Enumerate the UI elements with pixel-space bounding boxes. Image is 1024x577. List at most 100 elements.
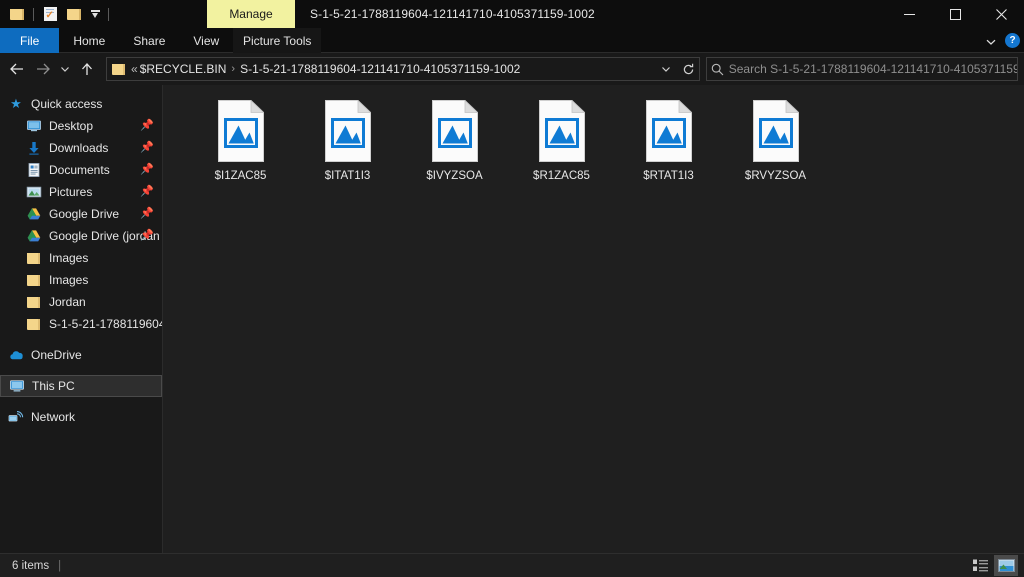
- pin-icon[interactable]: 📌: [140, 143, 154, 154]
- help-icon[interactable]: ?: [1005, 33, 1020, 48]
- file-item[interactable]: $R1ZAC85: [508, 97, 615, 201]
- tab-home-label: Home: [73, 34, 105, 48]
- file-icon: [538, 99, 586, 163]
- status-bar: 6 items |: [0, 553, 1024, 577]
- pin-icon[interactable]: 📌: [140, 231, 154, 242]
- nav-group-gap: [0, 335, 162, 344]
- minimize-button[interactable]: [886, 0, 932, 28]
- sidebar-item-google-drive-jordan[interactable]: Google Drive (jordan📌: [0, 225, 162, 247]
- forward-button[interactable]: [30, 56, 56, 82]
- file-item[interactable]: $IVYZSOA: [401, 97, 508, 201]
- properties-icon[interactable]: ✓: [39, 3, 61, 25]
- tab-file[interactable]: File: [0, 28, 59, 53]
- sidebar-item-images[interactable]: Images: [0, 247, 162, 269]
- tab-share-label: Share: [133, 34, 165, 48]
- folder-icon: [26, 316, 42, 332]
- sidebar-item-google-drive[interactable]: Google Drive 📌: [0, 203, 162, 225]
- chevron-down-icon[interactable]: [985, 35, 997, 47]
- sidebar-item-downloads[interactable]: Downloads📌: [0, 137, 162, 159]
- file-list-view[interactable]: $I1ZAC85 $ITAT1I3 $IVYZSOA $R1ZAC85 $RTAT1I3…: [162, 85, 1024, 553]
- status-separator: |: [49, 560, 70, 572]
- previous-locations-icon[interactable]: [655, 58, 677, 80]
- details-view-button[interactable]: [968, 555, 992, 576]
- sidebar-item-documents[interactable]: Documents 📌: [0, 159, 162, 181]
- file-item[interactable]: $RVYZSOA: [722, 97, 829, 201]
- breadcrumb-overflow[interactable]: «: [131, 62, 140, 76]
- file-icon: [324, 99, 372, 163]
- customize-icon[interactable]: [87, 3, 103, 25]
- maximize-button[interactable]: [932, 0, 978, 28]
- sidebar-item-label: Jordan: [49, 295, 86, 309]
- sidebar-item-images[interactable]: Images: [0, 269, 162, 291]
- sidebar-item-quick-access[interactable]: ★Quick access: [0, 93, 162, 115]
- documents-icon: [26, 162, 42, 178]
- tab-picture-tools-label: Picture Tools: [243, 34, 311, 48]
- close-button[interactable]: [978, 0, 1024, 28]
- sidebar-item-label: Google Drive: [49, 207, 119, 221]
- breadcrumb-recycle-bin[interactable]: $RECYCLE.BIN: [140, 62, 227, 76]
- navigation-pane: ★Quick accessDesktop📌Downloads📌Documents…: [0, 85, 162, 553]
- sidebar-item-label: Images: [49, 251, 88, 265]
- sidebar-item-onedrive[interactable]: OneDrive: [0, 344, 162, 366]
- tab-view-label: View: [193, 34, 219, 48]
- image-file-icon: [646, 100, 692, 162]
- back-button[interactable]: [4, 56, 30, 82]
- window-controls: [886, 0, 1024, 28]
- breadcrumb-chevron-icon[interactable]: ›: [226, 63, 240, 75]
- network-icon: [8, 409, 24, 425]
- sidebar-item-label: Documents: [49, 163, 110, 177]
- file-name-label: $I1ZAC85: [212, 169, 270, 183]
- pin-icon[interactable]: 📌: [140, 209, 154, 220]
- sidebar-item-network[interactable]: Network: [0, 406, 162, 428]
- file-item[interactable]: $ITAT1I3: [294, 97, 401, 201]
- nav-group-gap: [0, 366, 162, 375]
- address-input[interactable]: « $RECYCLE.BIN › S-1-5-21-1788119604-121…: [106, 57, 700, 81]
- google-drive-icon: [26, 206, 42, 222]
- explorer-icon[interactable]: [6, 3, 28, 25]
- sidebar-item-label: S-1-5-21-1788119604-12: [49, 317, 162, 331]
- image-file-icon: [539, 100, 585, 162]
- tab-share[interactable]: Share: [119, 28, 179, 53]
- help-label: ?: [1009, 35, 1015, 46]
- breadcrumb-current-folder[interactable]: S-1-5-21-1788119604-121141710-4105371159…: [240, 62, 520, 76]
- tab-view[interactable]: View: [179, 28, 233, 53]
- new-folder-icon[interactable]: [63, 3, 85, 25]
- sidebar-item-pictures[interactable]: Pictures📌: [0, 181, 162, 203]
- file-name-label: $RTAT1I3: [640, 169, 697, 183]
- address-folder-icon: [111, 61, 127, 77]
- star-icon: ★: [8, 96, 24, 112]
- pin-icon[interactable]: 📌: [140, 187, 154, 198]
- pin-icon[interactable]: 📌: [140, 121, 154, 132]
- sidebar-item-s-1-5-21-1788119604-12[interactable]: S-1-5-21-1788119604-12: [0, 313, 162, 335]
- file-grid: $I1ZAC85 $ITAT1I3 $IVYZSOA $R1ZAC85 $RTAT1I3…: [163, 85, 1024, 201]
- refresh-icon[interactable]: [677, 58, 699, 80]
- search-input[interactable]: Search S-1-5-21-1788119604-121141710-410…: [729, 62, 1017, 76]
- title-bar: ✓ Manage S-1-5-21-1788119604-121141710-4…: [0, 0, 1024, 28]
- image-file-icon: [432, 100, 478, 162]
- file-name-label: $IVYZSOA: [423, 169, 485, 183]
- toolbar-separator-2: [108, 8, 109, 21]
- ribbon-tab-bar: File Home Share View Picture Tools ?: [0, 28, 1024, 53]
- contextual-tab-manage[interactable]: Manage: [207, 0, 295, 28]
- file-item[interactable]: $RTAT1I3: [615, 97, 722, 201]
- file-item[interactable]: $I1ZAC85: [187, 97, 294, 201]
- address-bar-buttons: [655, 58, 699, 80]
- address-bar: « $RECYCLE.BIN › S-1-5-21-1788119604-121…: [0, 53, 1024, 85]
- up-button[interactable]: [74, 56, 100, 82]
- search-box[interactable]: Search S-1-5-21-1788119604-121141710-410…: [706, 57, 1018, 81]
- sidebar-item-jordan[interactable]: Jordan: [0, 291, 162, 313]
- tab-picture-tools[interactable]: Picture Tools: [233, 28, 321, 53]
- tab-home[interactable]: Home: [59, 28, 119, 53]
- toolbar-separator: [33, 8, 34, 21]
- large-icons-view-button[interactable]: [994, 555, 1018, 576]
- file-icon: [431, 99, 479, 163]
- sidebar-item-this-pc[interactable]: This PC: [0, 375, 162, 397]
- file-name-label: $ITAT1I3: [322, 169, 374, 183]
- file-explorer-window: ✓ Manage S-1-5-21-1788119604-121141710-4…: [0, 0, 1024, 577]
- file-name-label: $RVYZSOA: [742, 169, 809, 183]
- sidebar-item-label: OneDrive: [31, 348, 82, 362]
- pin-icon[interactable]: 📌: [140, 165, 154, 176]
- recent-locations-button[interactable]: [56, 56, 74, 82]
- file-icon: [645, 99, 693, 163]
- sidebar-item-desktop[interactable]: Desktop📌: [0, 115, 162, 137]
